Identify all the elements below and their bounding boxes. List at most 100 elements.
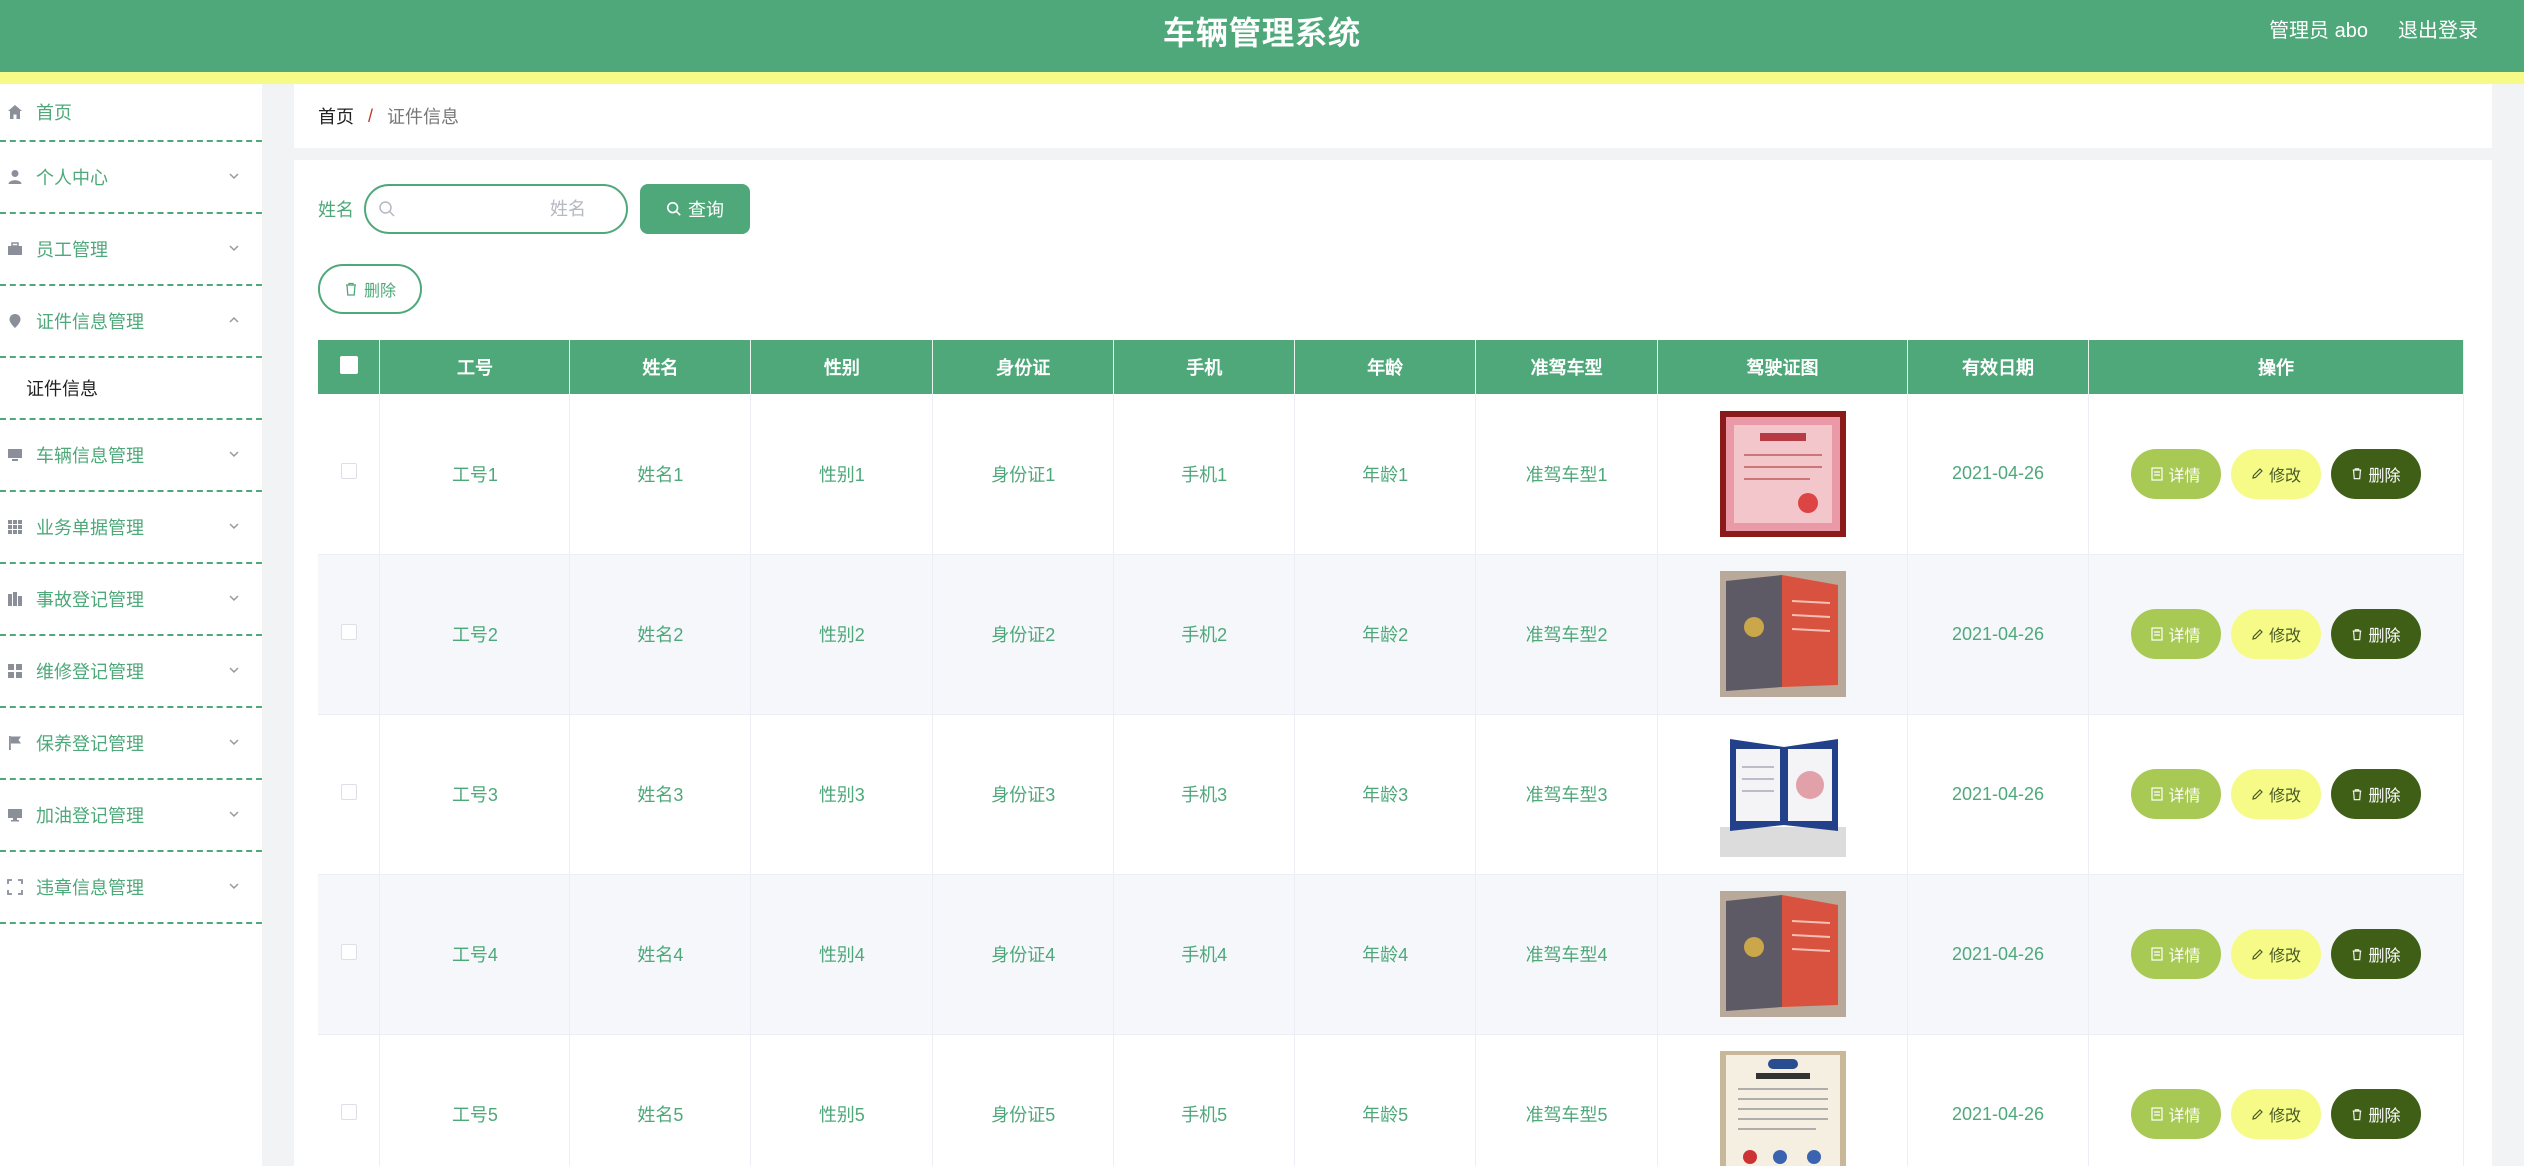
cell-name: 姓名1 (569, 394, 752, 555)
column-header: 性别 (750, 340, 934, 394)
edit-label: 修改 (2268, 628, 2301, 645)
cell-gender: 性别1 (750, 394, 934, 555)
license-image-thumbnail[interactable] (1719, 1051, 1846, 1166)
search-label: 姓名 (318, 200, 354, 220)
search-input[interactable] (366, 186, 626, 232)
cell-age: 年龄1 (1294, 394, 1477, 555)
sidebar-item-staff[interactable]: 员工管理 (0, 214, 262, 286)
column-header: 手机 (1113, 340, 1296, 394)
row-checkbox[interactable] (340, 1103, 357, 1120)
cell-license-type: 准驾车型1 (1475, 394, 1659, 555)
select-all-cell (318, 340, 381, 394)
edit-label: 修改 (2268, 467, 2301, 485)
detail-button[interactable]: 详情 (2130, 769, 2221, 819)
edit-button[interactable]: 修改 (2230, 609, 2321, 659)
delete-label: 删除 (2368, 788, 2401, 805)
cell-actions: 详情 修改 删除 (2088, 394, 2465, 555)
row-select-cell (318, 874, 381, 1035)
delete-button[interactable]: 删除 (2330, 929, 2421, 979)
license-image-thumbnail[interactable] (1719, 571, 1846, 697)
sidebar-item-violations[interactable]: 违章信息管理 (0, 852, 262, 924)
search-icon (666, 201, 681, 216)
cell-valid-date: 2021-04-26 (1907, 394, 2089, 555)
cell-age: 年龄5 (1294, 1034, 1477, 1166)
row-checkbox[interactable] (340, 783, 357, 800)
sidebar-item-home[interactable]: 首页 (0, 84, 262, 142)
license-image-thumbnail[interactable] (1719, 410, 1846, 537)
detail-button[interactable]: 详情 (2130, 609, 2221, 659)
sidebar-item-label: 业务单据管理 (36, 518, 144, 538)
cell-actions: 详情 修改 删除 (2088, 714, 2465, 875)
sidebar-item-personal[interactable]: 个人中心 (0, 142, 262, 214)
delete-button[interactable]: 删除 (2330, 769, 2421, 819)
delete-label: 删除 (2368, 1108, 2401, 1125)
license-image-thumbnail[interactable] (1719, 731, 1846, 857)
sidebar-item-maintenance[interactable]: 保养登记管理 (0, 708, 262, 780)
cell-phone: 手机1 (1113, 394, 1296, 555)
batch-delete-button[interactable]: 删除 (318, 264, 422, 314)
delete-label: 删除 (2368, 948, 2401, 965)
row-checkbox[interactable] (340, 943, 357, 960)
row-checkbox[interactable] (340, 463, 357, 480)
edit-button[interactable]: 修改 (2230, 929, 2321, 979)
breadcrumb-home[interactable]: 首页 (318, 103, 354, 129)
cell-id: 工号1 (379, 394, 571, 555)
sidebar-item-vehicles[interactable]: 车辆信息管理 (0, 420, 262, 492)
license-image-thumbnail[interactable] (1719, 891, 1846, 1017)
edit-button[interactable]: 修改 (2230, 448, 2321, 499)
cell-license-image (1657, 874, 1908, 1035)
row-select-cell (318, 394, 381, 555)
logout-link[interactable]: 退出登录 (2398, 14, 2478, 43)
pencil-icon (2252, 788, 2263, 800)
sidebar-item-label: 加油登记管理 (36, 806, 144, 826)
cell-license-type: 准驾车型3 (1475, 714, 1659, 875)
detail-button[interactable]: 详情 (2130, 929, 2221, 979)
delete-button[interactable]: 删除 (2330, 609, 2421, 659)
detail-button[interactable]: 详情 (2130, 1089, 2221, 1139)
table-row: 工号5 姓名5 性别5 身份证5 手机5 年龄5 准驾车型5 2021-04-2… (318, 1034, 2465, 1166)
edit-button[interactable]: 修改 (2230, 1089, 2321, 1139)
current-user[interactable]: 管理员 abo (2269, 14, 2368, 43)
cell-phone: 手机3 (1113, 714, 1296, 875)
row-select-cell (318, 1034, 381, 1166)
detail-label: 详情 (2168, 1108, 2201, 1125)
sidebar-item-label: 事故登记管理 (36, 590, 144, 610)
query-button[interactable]: 查询 (640, 184, 750, 234)
cell-license-image (1657, 394, 1908, 555)
user-icon (6, 168, 24, 186)
grid-icon (6, 518, 24, 536)
cell-name: 姓名4 (569, 874, 752, 1035)
cell-name: 姓名3 (569, 714, 752, 875)
search-bar: 姓名 查询 (318, 184, 750, 234)
sidebar-item-refueling[interactable]: 加油登记管理 (0, 780, 262, 852)
cell-license-image (1657, 1034, 1908, 1166)
select-all-checkbox[interactable] (339, 355, 358, 374)
delete-button[interactable]: 删除 (2330, 1089, 2421, 1139)
cell-idcard: 身份证3 (932, 714, 1115, 875)
cell-actions: 详情 修改 删除 (2088, 1034, 2465, 1166)
pencil-icon (2252, 468, 2263, 480)
detail-button[interactable]: 详情 (2130, 448, 2221, 499)
header-user-area: 管理员 abo 退出登录 (2269, 14, 2478, 43)
query-button-label: 查询 (688, 200, 724, 220)
delete-button[interactable]: 删除 (2330, 448, 2421, 499)
sidebar-subitem-certificate-info[interactable]: 证件信息 (0, 358, 262, 420)
cell-id: 工号5 (379, 1034, 571, 1166)
edit-button[interactable]: 修改 (2230, 769, 2321, 819)
sidebar-item-repairs[interactable]: 维修登记管理 (0, 636, 262, 708)
chevron-down-icon (228, 448, 240, 460)
sidebar-item-certificates[interactable]: 证件信息管理 (0, 286, 262, 358)
detail-label: 详情 (2168, 788, 2201, 805)
table-header-row: 工号 姓名 性别 身份证 手机 年龄 准驾车型 驾驶证图 有效日期 操作 (318, 340, 2465, 394)
cell-phone: 手机5 (1113, 1034, 1296, 1166)
sidebar-item-documents[interactable]: 业务单据管理 (0, 492, 262, 564)
detail-label: 详情 (2168, 948, 2201, 965)
cell-id: 工号3 (379, 714, 571, 875)
cell-license-image (1657, 714, 1908, 875)
row-select-cell (318, 554, 381, 715)
trash-icon (2353, 1108, 2362, 1120)
pencil-icon (2252, 1108, 2263, 1120)
column-header: 工号 (379, 340, 571, 394)
row-checkbox[interactable] (340, 623, 357, 640)
sidebar-item-accidents[interactable]: 事故登记管理 (0, 564, 262, 636)
